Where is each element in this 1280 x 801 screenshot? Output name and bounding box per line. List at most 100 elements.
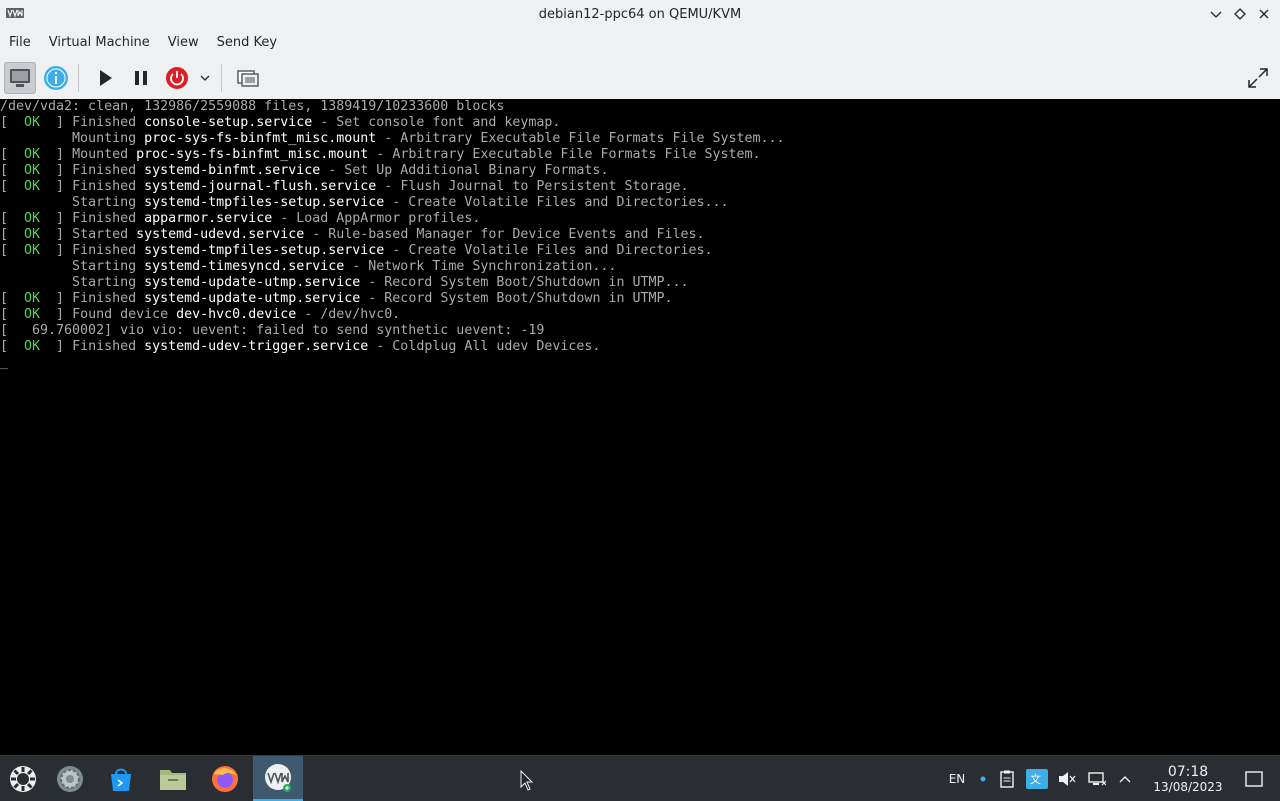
console-text: ] Finished [40,211,145,226]
power-icon [166,67,188,89]
window-titlebar[interactable]: debian12-ppc64 on QEMU/KVM [0,0,1280,28]
console-text: - Arbitrary Executable File Formats File… [368,147,761,162]
virt-manager-task[interactable] [253,756,303,801]
clipboard-icon[interactable] [992,770,1022,788]
virt-manager-icon [265,763,291,792]
menu-send-key[interactable]: Send Key [208,28,286,57]
unit-name: systemd-update-utmp.service [144,275,361,290]
mouse-pointer-icon [520,770,534,791]
file-manager[interactable] [150,756,196,801]
details-info-button[interactable] [40,62,72,94]
pause-button[interactable] [125,62,157,94]
console-line: [ OK ] Finished systemd-udev-trigger.ser… [0,339,1280,355]
maximize-button[interactable] [1230,5,1250,23]
firefox[interactable] [202,756,248,801]
console-text: - Record System Boot/Shutdown in UTMP. [360,291,673,306]
unit-name: dev-hvc0.device [176,307,297,322]
unit-name: proc-sys-fs-binfmt_misc.mount [144,131,377,146]
unit-name: systemd-update-utmp.service [144,291,361,306]
console-text: [ [0,211,25,226]
system-settings[interactable] [47,756,93,801]
ok-status: OK [24,339,41,354]
unit-name: systemd-udevd.service [136,227,305,242]
minimize-button[interactable] [1206,5,1226,23]
vm-console-display[interactable]: /dev/vda2: clean, 132986/2559088 files, … [0,99,1280,755]
console-text: [ [0,147,25,162]
console-text: [ [0,339,25,354]
unit-name: systemd-journal-flush.service [144,179,377,194]
console-line: [ OK ] Finished console-setup.service - … [0,115,1280,131]
console-view-button[interactable] [4,62,36,94]
unit-name: proc-sys-fs-binfmt_misc.mount [136,147,369,162]
unit-name: apparmor.service [144,211,273,226]
console-text: [ [0,163,25,178]
ok-status: OK [24,147,41,162]
console-text: ] Finished [40,339,145,354]
menu-virtual-machine[interactable]: Virtual Machine [40,28,159,57]
unit-name: systemd-timesyncd.service [144,259,345,274]
console-line: Starting systemd-timesyncd.service - Net… [0,259,1280,275]
discover-store[interactable] [98,756,144,801]
console-text: ] Finished [40,243,145,258]
folder-icon [160,769,186,790]
menu-view[interactable]: View [159,28,208,57]
menu-file[interactable]: File [0,28,40,57]
firefox-icon [212,765,238,792]
console-text: ] Found device [40,307,177,322]
clock-time: 07:18 [1167,764,1209,780]
application-launcher[interactable] [0,756,46,801]
chevron-down-icon [200,75,210,81]
ok-status: OK [24,115,41,130]
console-text: _ [0,355,9,370]
toolbar-separator [78,64,79,92]
console-text: [ [0,291,25,306]
vm-toolbar [0,57,1280,100]
console-text: - Network Time Synchronization... [344,259,617,274]
ok-status: OK [24,179,41,194]
unit-name: systemd-tmpfiles-setup.service [144,243,385,258]
run-button[interactable] [89,62,121,94]
translate-icon[interactable]: 文 [1022,768,1052,789]
keyboard-layout-indicator[interactable]: EN [940,772,974,786]
console-line: [ OK ] Found device dev-hvc0.device - /d… [0,307,1280,323]
window-title: debian12-ppc64 on QEMU/KVM [538,6,742,22]
console-text: ] Finished [40,115,145,130]
console-line: [ OK ] Finished systemd-tmpfiles-setup.s… [0,243,1280,259]
tray-expand-chevron-up-icon[interactable] [1112,774,1138,784]
console-text: [ [0,115,25,130]
play-icon [100,70,112,86]
svg-text:文: 文 [1030,772,1041,786]
console-text: [ [0,307,25,322]
network-icon[interactable] [1082,771,1112,787]
console-text: - Load AppArmor profiles. [272,211,481,226]
unit-name: systemd-udev-trigger.service [144,339,369,354]
fullscreen-button[interactable] [1242,62,1274,94]
show-desktop-button[interactable] [1232,756,1276,801]
console-text: - /dev/hvc0. [296,307,401,322]
console-line: [ OK ] Finished systemd-journal-flush.se… [0,179,1280,195]
console-text: - Set Up Additional Binary Formats. [320,163,609,178]
screenshot-button[interactable] [232,62,264,94]
digital-clock[interactable]: 07:18 13/08/2023 [1148,764,1228,794]
console-line: /dev/vda2: clean, 132986/2559088 files, … [0,99,1280,115]
console-text: Mounting [0,131,145,146]
console-text: ] Finished [40,291,145,306]
shutdown-menu-button[interactable] [195,62,215,94]
info-icon [44,66,68,90]
console-text: ] Started [40,227,137,242]
ok-status: OK [24,227,41,242]
shutdown-button[interactable] [161,62,193,94]
console-line: [ 69.760002] vio vio: uevent: failed to … [0,323,1280,339]
screenshot-icon [237,70,259,87]
taskbar: EN 文 07:18 13/08/2023 [0,755,1280,801]
desktop-icon [1245,770,1263,787]
console-text: - Create Volatile Files and Directories. [384,243,713,258]
volume-muted-icon[interactable] [1052,771,1082,787]
system-tray: EN 文 [940,756,1138,801]
console-line: Starting systemd-tmpfiles-setup.service … [0,195,1280,211]
notification-dot-icon[interactable] [974,776,992,782]
console-line: Mounting proc-sys-fs-binfmt_misc.mount -… [0,131,1280,147]
toolbar-separator [221,64,222,92]
close-button[interactable] [1254,5,1274,23]
menubar: File Virtual Machine View Send Key [0,28,1280,57]
